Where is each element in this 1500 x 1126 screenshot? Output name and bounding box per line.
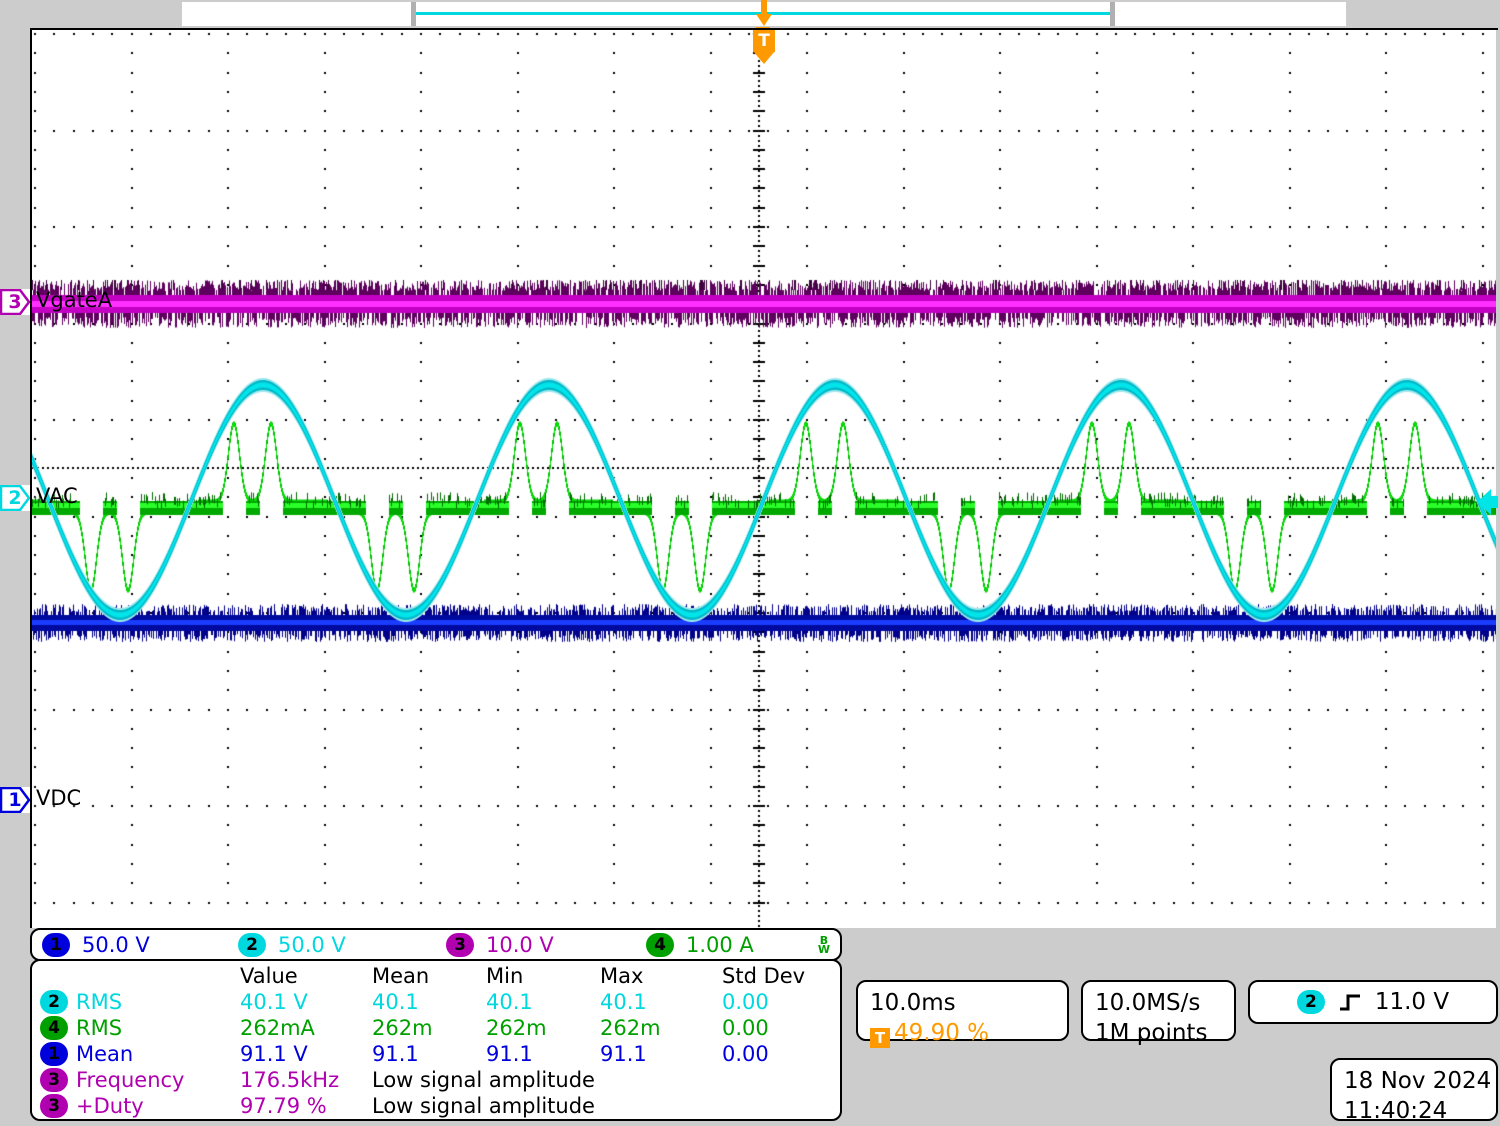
measurement-row[interactable]: 4 RMS 262mA 262m 262m 262m 0.00 — [32, 1015, 842, 1041]
measurement-name-cell: 3 +Duty — [32, 1093, 240, 1119]
channel-badge-1: 1 — [42, 933, 70, 957]
rising-edge-icon — [1339, 993, 1361, 1011]
overview-handle-left[interactable] — [411, 2, 416, 26]
channel-tag-vac[interactable]: 2 — [0, 485, 30, 511]
measurement-channel-badge: 2 — [40, 990, 68, 1014]
measurement-std: 0.00 — [722, 1041, 842, 1067]
measurement-value: 91.1 V — [240, 1041, 372, 1067]
waveform-display[interactable] — [30, 28, 1496, 928]
measurement-value: 262mA — [240, 1015, 372, 1041]
measurement-header-1: Value — [240, 963, 372, 989]
channel-badge-2: 2 — [238, 933, 266, 957]
trigger-source-badge: 2 — [1297, 990, 1325, 1014]
measurement-type: RMS — [76, 1016, 122, 1040]
timebase-position-value: 49.90 % — [894, 1020, 989, 1046]
channel-slot-3[interactable]: 3 10.0 V — [446, 933, 646, 957]
date-label: 18 Nov 2024 — [1344, 1066, 1484, 1096]
measurement-name-cell: 4 RMS — [32, 1015, 240, 1041]
channel-scale-bar: 1 50.0 V 2 50.0 V 3 10.0 V 4 1.00 A BW — [30, 928, 842, 961]
measurement-value: 176.5kHz — [240, 1067, 372, 1093]
measurement-panel: 1 50.0 V 2 50.0 V 3 10.0 V 4 1.00 ABW Value Mean… — [30, 928, 842, 1121]
measurement-note: Low signal amplitude — [372, 1093, 842, 1119]
waveform-canvas — [32, 30, 1496, 928]
measurement-header-0 — [32, 963, 240, 989]
trigger-level-arrow-icon[interactable] — [1477, 489, 1498, 515]
channel-scale-4: 1.00 A — [686, 933, 754, 957]
measurement-note: Low signal amplitude — [372, 1067, 842, 1093]
overview-trigger-marker-icon[interactable] — [755, 0, 773, 28]
trigger-position-badge-icon: T — [870, 1028, 890, 1048]
measurement-type: Mean — [76, 1042, 133, 1066]
measurement-header-3: Min — [486, 963, 600, 989]
timebase-position: T 49.90 % — [870, 1018, 1055, 1048]
memory-depth: 1M points — [1095, 1018, 1222, 1048]
timebase-box[interactable]: 10.0ms T 49.90 % — [856, 980, 1069, 1041]
measurement-min: 40.1 — [486, 989, 600, 1015]
measurement-channel-badge: 4 — [40, 1016, 68, 1040]
measurement-min: 262m — [486, 1015, 600, 1041]
trigger-box[interactable]: 2 11.0 V — [1248, 980, 1498, 1024]
measurement-channel-badge: 3 — [40, 1094, 68, 1118]
channel-tag-number: 2 — [8, 487, 21, 509]
acquisition-box[interactable]: 10.0MS/s 1M points — [1081, 980, 1236, 1041]
measurement-row[interactable]: 1 Mean 91.1 V 91.1 91.1 91.1 0.00 — [32, 1041, 842, 1067]
channel-scale-2: 50.0 V — [278, 933, 346, 957]
channel-slot-2[interactable]: 2 50.0 V — [238, 933, 446, 957]
measurement-std: 0.00 — [722, 1015, 842, 1041]
measurement-row[interactable]: 2 RMS 40.1 V 40.1 40.1 40.1 0.00 — [32, 989, 842, 1015]
measurement-mean: 262m — [372, 1015, 486, 1041]
measurement-type: RMS — [76, 990, 122, 1014]
channel-tag-vdc[interactable]: 1 — [0, 787, 30, 813]
channel-scale-1: 50.0 V — [82, 933, 150, 957]
channel-slot-1[interactable]: 1 50.0 V — [42, 933, 238, 957]
measurement-header-2: Mean — [372, 963, 486, 989]
measurement-row[interactable]: 3 +Duty 97.79 % Low signal amplitude — [32, 1093, 842, 1119]
overview-strip[interactable] — [0, 0, 1500, 28]
channel-label-vdc: VDC — [36, 786, 81, 810]
measurement-min: 91.1 — [486, 1041, 600, 1067]
measurement-channel-badge: 1 — [40, 1042, 68, 1066]
measurement-grid: Value Mean Min Max Std Dev 2 RMS 40.1 V 40.1 40.1… — [32, 963, 842, 1119]
measurement-mean: 91.1 — [372, 1041, 486, 1067]
channel-label-vac: VAC — [36, 484, 78, 508]
timebase-scale: 10.0ms — [870, 988, 1055, 1018]
measurement-header-5: Std Dev — [722, 963, 842, 989]
measurement-max: 40.1 — [600, 989, 722, 1015]
channel-tag-vgatea[interactable]: 3 — [0, 289, 30, 315]
trigger-level: 11.0 V — [1375, 987, 1449, 1017]
measurement-row[interactable]: 3 Frequency 176.5kHz Low signal amplitude — [32, 1067, 842, 1093]
measurement-max: 91.1 — [600, 1041, 722, 1067]
measurement-max: 262m — [600, 1015, 722, 1041]
trigger-marker-label: T — [752, 31, 776, 51]
measurement-channel-badge: 3 — [40, 1068, 68, 1092]
measurement-type: Frequency — [76, 1068, 185, 1092]
overview-handle-right[interactable] — [1110, 2, 1115, 26]
datetime-box: 18 Nov 2024 11:40:24 — [1330, 1058, 1498, 1121]
measurement-table[interactable]: Value Mean Min Max Std Dev 2 RMS 40.1 V 40.1 40.1… — [30, 959, 842, 1121]
measurement-name-cell: 2 RMS — [32, 989, 240, 1015]
trigger-position-marker-icon[interactable]: T — [752, 30, 776, 66]
channel-scale-3: 10.0 V — [486, 933, 554, 957]
measurement-mean: 40.1 — [372, 989, 486, 1015]
time-label: 11:40:24 — [1344, 1096, 1484, 1126]
measurement-name-cell: 3 Frequency — [32, 1067, 240, 1093]
measurement-header-row: Value Mean Min Max Std Dev — [32, 963, 842, 989]
measurement-type: +Duty — [76, 1094, 144, 1118]
measurement-header-4: Max — [600, 963, 722, 989]
measurement-name-cell: 1 Mean — [32, 1041, 240, 1067]
bandwidth-limit-icon: BW — [818, 936, 830, 954]
channel-badge-3: 3 — [446, 933, 474, 957]
channel-label-vgatea: VgateA — [36, 288, 112, 312]
channel-slot-4[interactable]: 4 1.00 A — [646, 933, 806, 957]
measurement-value: 97.79 % — [240, 1093, 372, 1119]
channel-badge-4: 4 — [646, 933, 674, 957]
channel-tag-number: 1 — [8, 789, 21, 811]
measurement-value: 40.1 V — [240, 989, 372, 1015]
channel-tag-number: 3 — [8, 291, 21, 313]
measurement-std: 0.00 — [722, 989, 842, 1015]
sample-rate: 10.0MS/s — [1095, 988, 1222, 1018]
